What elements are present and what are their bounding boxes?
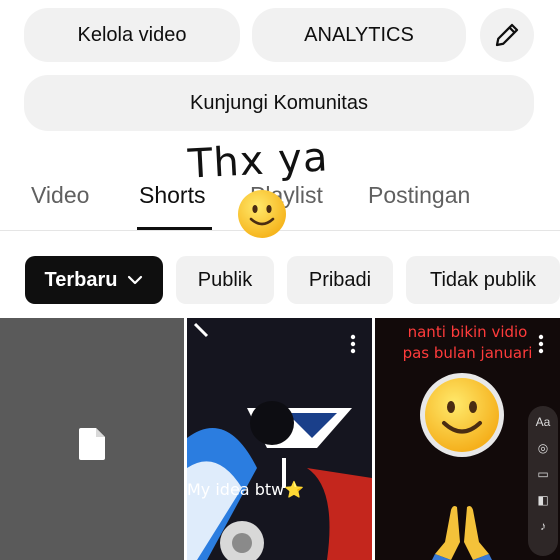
- filter-chip-label: Terbaru: [44, 268, 118, 291]
- analytics-label: ANALYTICS: [304, 23, 414, 46]
- filter-chip-latest[interactable]: Terbaru: [25, 256, 163, 304]
- short-thumbnail[interactable]: nanti bikin vidio pas bulan januari Aa ◎…: [375, 318, 560, 560]
- shorts-grid: My idea btw⭐ nanti bikin vidio pas bulan…: [0, 318, 560, 560]
- text-tool-icon[interactable]: Aa: [533, 412, 553, 432]
- manage-videos-label: Kelola video: [77, 23, 187, 46]
- filter-chip-label: Tidak publik: [430, 268, 536, 291]
- tab-posts[interactable]: Postingan: [368, 182, 470, 209]
- caption-tool-icon[interactable]: ▭: [533, 464, 553, 484]
- smiley-face-icon: [420, 373, 504, 457]
- tab-video[interactable]: Video: [31, 182, 89, 209]
- filter-chip-label: Pribadi: [308, 268, 372, 291]
- sticker-tool-icon[interactable]: ◧: [533, 490, 553, 510]
- filter-chip-private[interactable]: Pribadi: [287, 256, 393, 304]
- visit-community-button[interactable]: Kunjungi Komunitas: [24, 75, 534, 131]
- tab-shorts[interactable]: Shorts: [139, 182, 205, 209]
- mic-tool-icon[interactable]: ♪: [533, 516, 553, 536]
- more-vert-icon[interactable]: [350, 334, 356, 354]
- edit-channel-button[interactable]: [480, 8, 534, 62]
- short-caption: My idea btw⭐: [187, 480, 305, 499]
- filter-chip-public[interactable]: Publik: [176, 256, 274, 304]
- smiley-sticker-icon: [238, 190, 286, 238]
- manage-videos-button[interactable]: Kelola video: [24, 8, 240, 62]
- editor-tool-rail: Aa ◎ ▭ ◧ ♪: [528, 406, 558, 556]
- folded-hands-icon: [432, 506, 492, 560]
- short-caption-line: nanti bikin vidio: [407, 323, 528, 341]
- filter-tool-icon[interactable]: ◎: [533, 438, 553, 458]
- short-thumbnail[interactable]: [0, 318, 184, 560]
- short-caption: nanti bikin vidio pas bulan januari: [375, 322, 560, 364]
- filter-chip-unlisted[interactable]: Tidak publik: [406, 256, 560, 304]
- short-thumbnail[interactable]: My idea btw⭐: [187, 318, 372, 560]
- analytics-button[interactable]: ANALYTICS: [252, 8, 466, 62]
- more-vert-icon[interactable]: [538, 334, 544, 354]
- pencil-icon: [495, 23, 519, 47]
- short-caption-line: pas bulan januari: [402, 344, 533, 362]
- short-artwork: [187, 318, 372, 560]
- visit-community-label: Kunjungi Komunitas: [190, 91, 368, 114]
- document-placeholder-icon: [79, 428, 105, 460]
- filter-chip-label: Publik: [197, 268, 253, 291]
- chevron-down-icon: [128, 275, 143, 285]
